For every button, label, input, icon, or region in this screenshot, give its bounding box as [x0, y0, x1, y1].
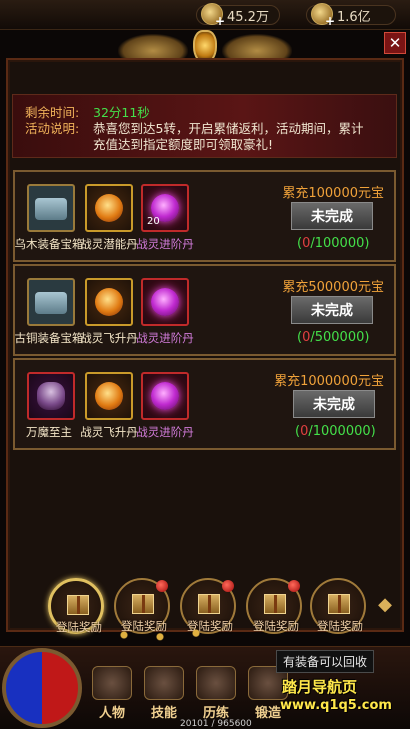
reward-item-name: 战灵进阶丹: [136, 425, 194, 439]
watermark-url: www.q1q5.com: [280, 698, 392, 713]
tier-goal: 累充500000元宝: [282, 280, 384, 295]
scattered-coins: [100, 626, 220, 644]
time-label: 剩余时间:: [25, 105, 80, 120]
desc-label: 活动说明:: [25, 121, 80, 136]
gold-pill-icon: [95, 382, 123, 410]
chest-icon: [35, 198, 67, 220]
hp-mp-orb: [2, 648, 82, 728]
reward-item-name: 战灵进阶丹: [136, 237, 194, 251]
gift-label: 登陆奖励: [253, 619, 299, 633]
red-dot-icon: [288, 580, 300, 592]
tier-goal: 累充100000元宝: [282, 186, 384, 201]
reward-tier-3: 万魔至主 战灵飞升丹 战灵进阶丹 累充1000000元宝 未完成 (0/1000…: [13, 358, 396, 450]
currency-coins-value: 45.2万: [227, 9, 269, 25]
demon-lord-icon: [37, 382, 65, 410]
red-dot-icon: [222, 580, 234, 592]
scroll-right-icon[interactable]: ◆: [378, 594, 392, 615]
desc-line-2: 充值达到指定额度即可领取豪礼!: [93, 137, 274, 152]
claim-button[interactable]: 未完成: [293, 390, 375, 418]
progress-total: /1000000): [308, 424, 376, 439]
claim-button[interactable]: 未完成: [291, 296, 373, 324]
recycle-tooltip[interactable]: 有装备可以回收: [276, 650, 375, 673]
currency-coins[interactable]: + 45.2万: [196, 3, 280, 28]
event-info: 剩余时间: 32分11秒 活动说明: 恭喜您到达5转，开启累储返利，活动期间，累…: [12, 94, 397, 158]
login-reward-gift[interactable]: 登陆奖励: [246, 578, 302, 634]
nav-label: 人物: [98, 706, 125, 721]
gift-label: 登陆奖励: [317, 619, 363, 633]
tier-progress: (0/500000): [297, 330, 370, 345]
currency-ingots-value: 1.6亿: [337, 9, 371, 25]
progress-total: /500000): [310, 330, 370, 345]
red-dot-icon: [156, 580, 168, 592]
watermark-title: 踏月导航页: [282, 678, 358, 696]
add-icon[interactable]: +: [215, 14, 225, 28]
pink-pill-icon: [151, 382, 179, 410]
gift-box-icon: [198, 594, 220, 614]
desc-line-1: 恭喜您到达5转，开启累储返利，活动期间，累计: [93, 121, 364, 136]
login-reward-gift[interactable]: 登陆奖励: [48, 578, 104, 634]
reward-item[interactable]: [141, 372, 189, 420]
reward-item[interactable]: 20: [141, 184, 189, 232]
chest-icon: [35, 292, 67, 314]
skill-book-icon: [144, 666, 184, 700]
tier-goal: 累充1000000元宝: [274, 374, 384, 389]
close-button[interactable]: ✕: [384, 32, 406, 54]
gift-box-icon: [264, 594, 286, 614]
reward-tier-2: 古铜装备宝箱 战灵飞升丹 战灵进阶丹 累充500000元宝 未完成 (0/500…: [13, 264, 396, 356]
time-remaining: 32分11秒: [93, 105, 150, 120]
nav-character[interactable]: 人物: [88, 666, 136, 721]
reward-item[interactable]: [27, 184, 75, 232]
gift-box-icon: [132, 594, 154, 614]
pink-pill-icon: [151, 288, 179, 316]
progress-total: /100000): [310, 236, 370, 251]
reward-item[interactable]: [141, 278, 189, 326]
claim-button[interactable]: 未完成: [291, 202, 373, 230]
tier-progress: (0/100000): [297, 236, 370, 251]
reward-item[interactable]: [85, 372, 133, 420]
tier-progress: (0/1000000): [295, 424, 376, 439]
gift-box-icon: [328, 594, 350, 614]
item-count: 20: [147, 216, 160, 227]
reward-item[interactable]: [27, 278, 75, 326]
training-icon: [196, 666, 236, 700]
character-icon: [92, 666, 132, 700]
add-icon[interactable]: +: [325, 14, 335, 28]
gift-box-icon: [67, 595, 89, 615]
reward-tier-1: 乌木装备宝箱 战灵潜能丹 20 战灵进阶丹 累充100000元宝 未完成 (0/…: [13, 170, 396, 262]
nav-training[interactable]: 历练: [192, 666, 240, 721]
exp-readout: 20101 / 965600: [180, 719, 252, 729]
gold-pill-icon: [95, 288, 123, 316]
nav-skills[interactable]: 技能: [140, 666, 188, 721]
reward-item[interactable]: [27, 372, 75, 420]
reward-item-name: 战灵进阶丹: [136, 331, 194, 345]
login-reward-gift[interactable]: 登陆奖励: [310, 578, 366, 634]
currency-ingots[interactable]: + 1.6亿: [306, 3, 396, 28]
reward-item[interactable]: [85, 184, 133, 232]
currency-bar: + 45.2万 + 1.6亿: [0, 0, 410, 30]
reward-item[interactable]: [85, 278, 133, 326]
gold-pill-icon: [95, 194, 123, 222]
